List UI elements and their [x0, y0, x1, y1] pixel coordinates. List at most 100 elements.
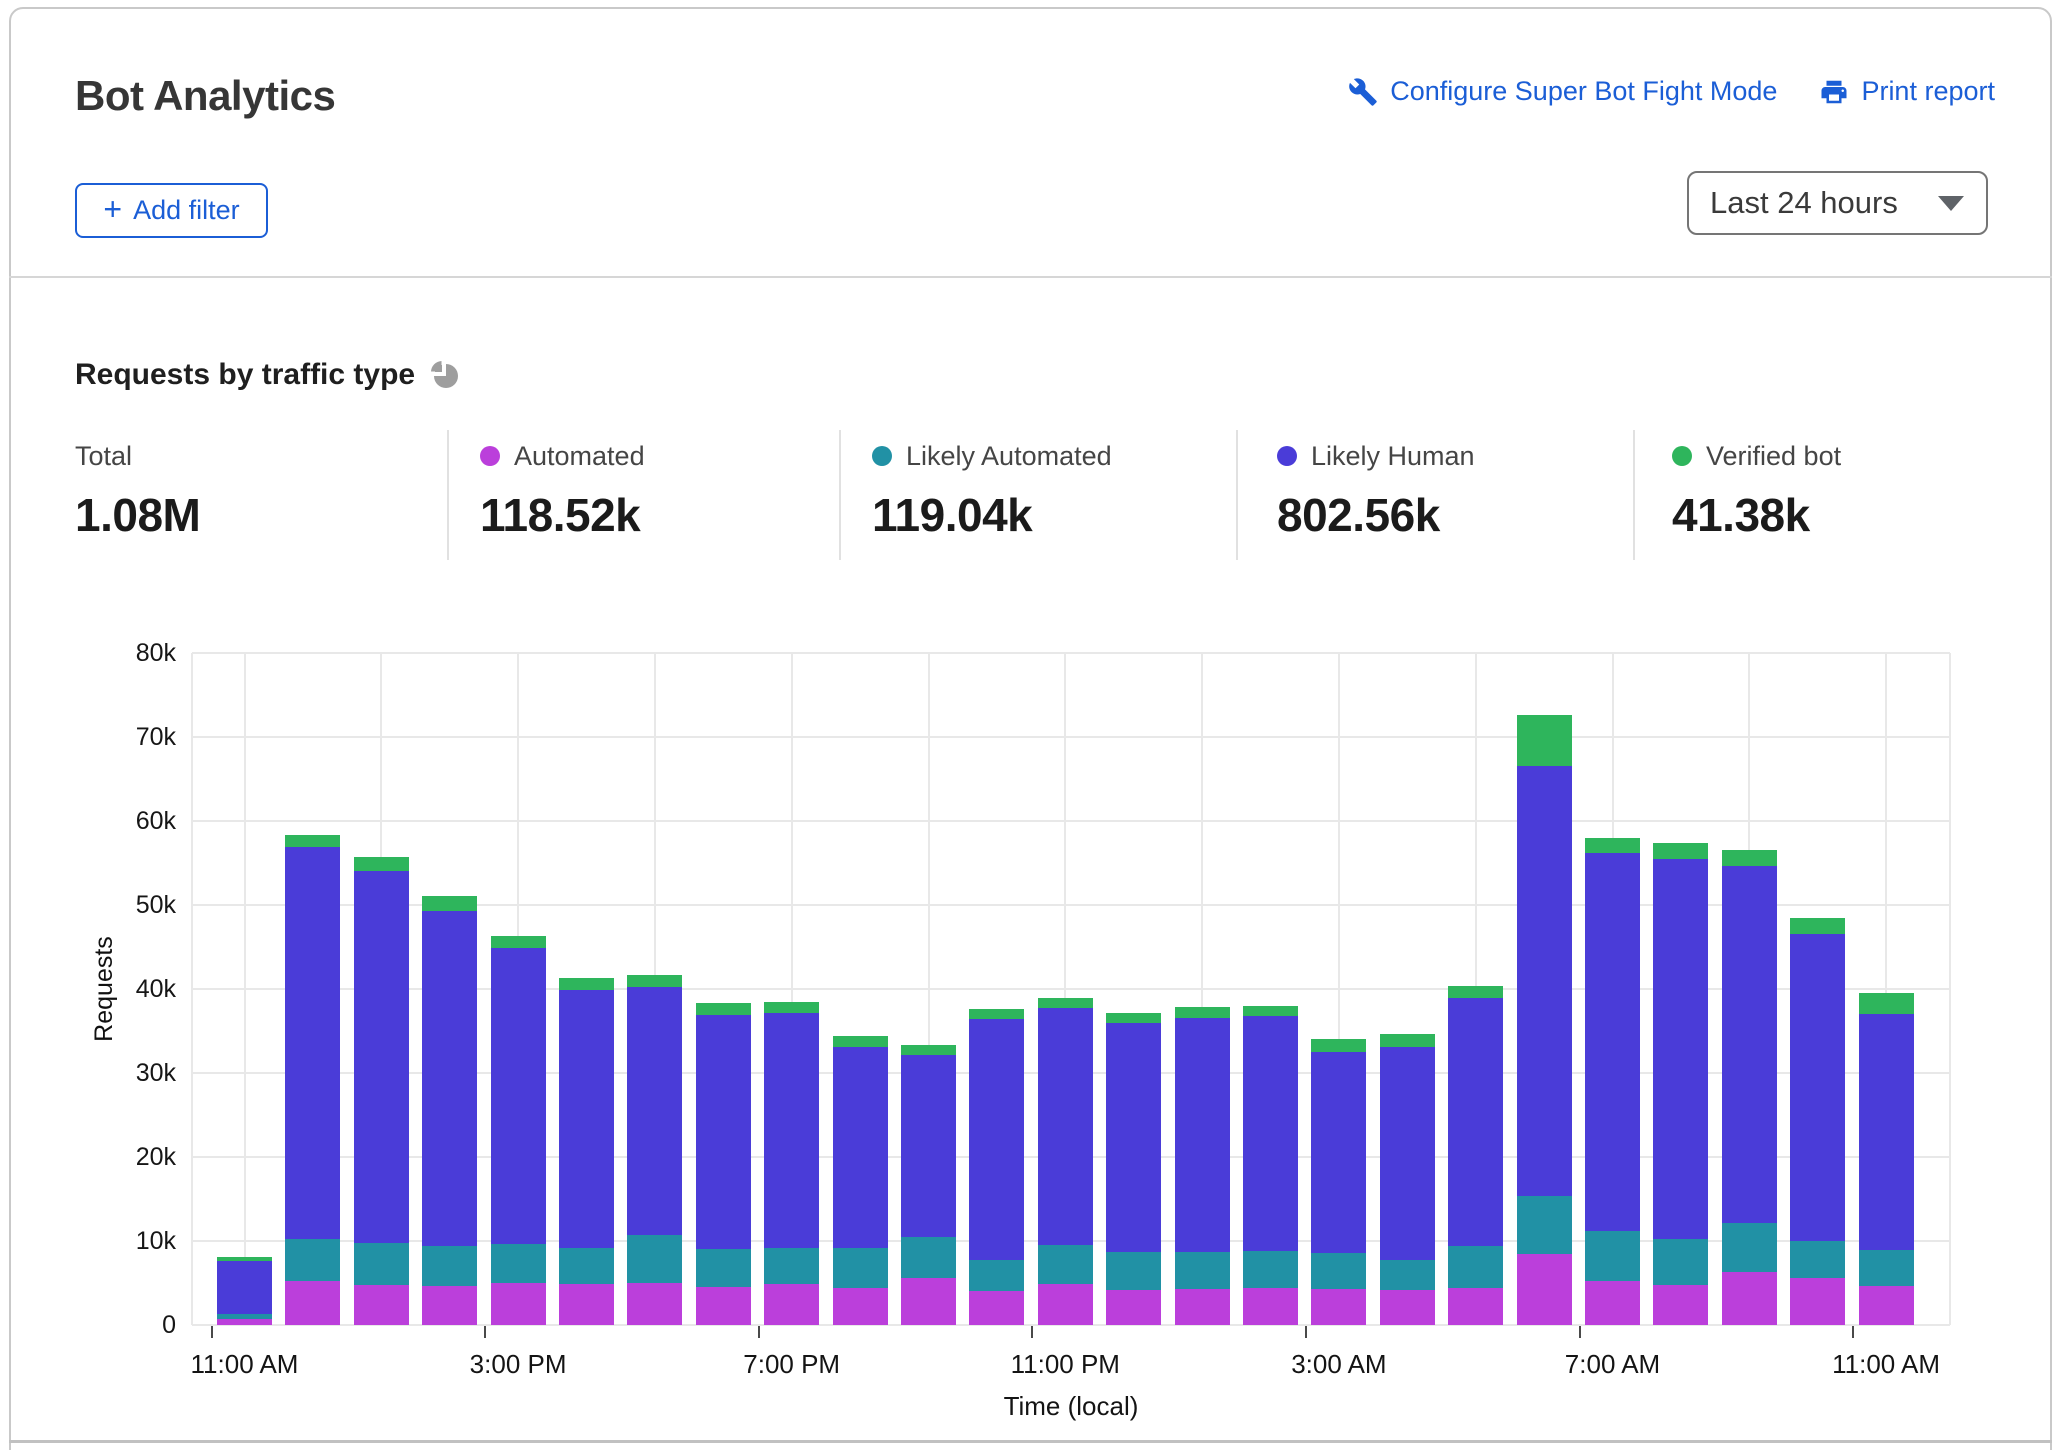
- automated-segment: [1243, 1288, 1298, 1325]
- likely-human-segment: [1790, 934, 1845, 1241]
- x-tick-label-7-00-am: 7:00 AM: [1533, 1348, 1693, 1380]
- automated-segment: [833, 1288, 888, 1325]
- verified-bot-segment: [1859, 993, 1914, 1014]
- verified-bot-segment: [1380, 1034, 1435, 1047]
- bar-15-1-00-am[interactable]: [1175, 1007, 1230, 1325]
- automated-segment: [217, 1319, 272, 1325]
- bar-7-5-00-pm[interactable]: [627, 975, 682, 1325]
- likely-automated-segment: [1311, 1253, 1366, 1289]
- likely-automated-segment: [1038, 1245, 1093, 1284]
- verified-bot-segment: [354, 857, 409, 871]
- likely-automated-segment: [1790, 1241, 1845, 1278]
- verified-bot-segment: [833, 1036, 888, 1047]
- bar-14-12-00-am[interactable]: [1106, 1013, 1161, 1325]
- bar-1-11-00-am[interactable]: [217, 1257, 272, 1325]
- bar-10-8-00-pm[interactable]: [833, 1036, 888, 1325]
- bar-22-8-00-am[interactable]: [1653, 843, 1708, 1325]
- automated-segment: [1106, 1290, 1161, 1325]
- likely-human-segment: [1311, 1052, 1366, 1253]
- automated-segment: [1585, 1281, 1640, 1326]
- bar-4-2-00-pm[interactable]: [422, 896, 477, 1325]
- bar-18-4-00-am[interactable]: [1380, 1034, 1435, 1325]
- gridline-v-14: [1949, 653, 1951, 1325]
- bot-analytics-page: Bot Analytics Configure Super Bot Fight …: [0, 0, 2062, 1450]
- verified-bot-segment: [969, 1009, 1024, 1019]
- likely-automated-segment: [1585, 1231, 1640, 1281]
- likely-human-segment: [1380, 1047, 1435, 1260]
- likely-human-segment: [422, 911, 477, 1246]
- likely-human-segment: [1517, 766, 1572, 1196]
- likely-automated-segment: [1243, 1251, 1298, 1288]
- verified-bot-segment: [1106, 1013, 1161, 1023]
- requests-by-traffic-type-chart: 010k20k30k40k50k60k70k80k11:00 AM3:00 PM…: [0, 0, 2062, 1450]
- automated-segment: [1517, 1254, 1572, 1325]
- likely-human-segment: [1448, 998, 1503, 1246]
- likely-automated-segment: [491, 1244, 546, 1284]
- verified-bot-segment: [696, 1003, 751, 1015]
- automated-segment: [1038, 1284, 1093, 1325]
- x-axis-tick-5: [1579, 1326, 1581, 1338]
- bar-2-12-00-pm[interactable]: [285, 835, 340, 1325]
- gridline-v-1: [244, 653, 246, 1325]
- likely-human-segment: [1859, 1014, 1914, 1250]
- bar-3-1-00-pm[interactable]: [354, 857, 409, 1325]
- likely-automated-segment: [901, 1237, 956, 1278]
- automated-segment: [1311, 1289, 1366, 1325]
- bar-9-7-00-pm[interactable]: [764, 1002, 819, 1325]
- likely-automated-segment: [1106, 1252, 1161, 1290]
- bar-16-2-00-am[interactable]: [1243, 1006, 1298, 1325]
- y-tick-label-20k: 20k: [56, 1142, 176, 1172]
- likely-automated-segment: [696, 1249, 751, 1288]
- bar-20-6-00-am[interactable]: [1517, 715, 1572, 1325]
- bar-23-9-00-am[interactable]: [1722, 850, 1777, 1325]
- x-axis-tick-0: [211, 1326, 213, 1338]
- bar-13-11-00-pm[interactable]: [1038, 998, 1093, 1325]
- x-axis-tick-2: [758, 1326, 760, 1338]
- automated-segment: [559, 1284, 614, 1325]
- likely-automated-segment: [1653, 1239, 1708, 1285]
- likely-automated-segment: [422, 1246, 477, 1286]
- bar-12-10-00-pm[interactable]: [969, 1009, 1024, 1325]
- bar-5-3-00-pm[interactable]: [491, 936, 546, 1325]
- bar-6-4-00-pm[interactable]: [559, 978, 614, 1325]
- likely-human-segment: [1585, 853, 1640, 1231]
- x-tick-label-3-00-pm: 3:00 PM: [438, 1348, 598, 1380]
- y-tick-label-10k: 10k: [56, 1226, 176, 1256]
- bar-21-7-00-am[interactable]: [1585, 838, 1640, 1325]
- automated-segment: [969, 1291, 1024, 1325]
- bar-24-10-00-am[interactable]: [1790, 918, 1845, 1325]
- likely-automated-segment: [285, 1239, 340, 1282]
- bar-25-11-00-am[interactable]: [1859, 993, 1914, 1325]
- verified-bot-segment: [491, 936, 546, 948]
- bar-19-5-00-am[interactable]: [1448, 986, 1503, 1325]
- y-tick-label-60k: 60k: [56, 806, 176, 836]
- likely-human-segment: [1106, 1023, 1161, 1252]
- verified-bot-segment: [1243, 1006, 1298, 1016]
- x-tick-label-11-00-am: 11:00 AM: [165, 1348, 325, 1380]
- likely-human-segment: [696, 1015, 751, 1249]
- bar-11-9-00-pm[interactable]: [901, 1045, 956, 1325]
- bar-8-6-00-pm[interactable]: [696, 1003, 751, 1325]
- automated-segment: [1175, 1289, 1230, 1325]
- verified-bot-segment: [1653, 843, 1708, 859]
- bar-17-3-00-am[interactable]: [1311, 1039, 1366, 1325]
- automated-segment: [1653, 1285, 1708, 1325]
- likely-automated-segment: [1722, 1223, 1777, 1273]
- likely-automated-segment: [1380, 1260, 1435, 1289]
- y-tick-label-70k: 70k: [56, 722, 176, 752]
- likely-automated-segment: [1175, 1252, 1230, 1289]
- verified-bot-segment: [1311, 1039, 1366, 1052]
- x-tick-label-11-00-am: 11:00 AM: [1806, 1348, 1966, 1380]
- likely-human-segment: [217, 1261, 272, 1314]
- x-tick-label-3-00-am: 3:00 AM: [1259, 1348, 1419, 1380]
- likely-human-segment: [285, 847, 340, 1238]
- likely-human-segment: [559, 990, 614, 1248]
- verified-bot-segment: [1038, 998, 1093, 1008]
- automated-segment: [354, 1285, 409, 1325]
- likely-human-segment: [969, 1019, 1024, 1259]
- x-axis-tick-6: [1852, 1326, 1854, 1338]
- gridline-v-0: [191, 653, 193, 1325]
- automated-segment: [1448, 1288, 1503, 1325]
- likely-automated-segment: [969, 1260, 1024, 1292]
- x-axis-title: Time (local): [941, 1391, 1201, 1422]
